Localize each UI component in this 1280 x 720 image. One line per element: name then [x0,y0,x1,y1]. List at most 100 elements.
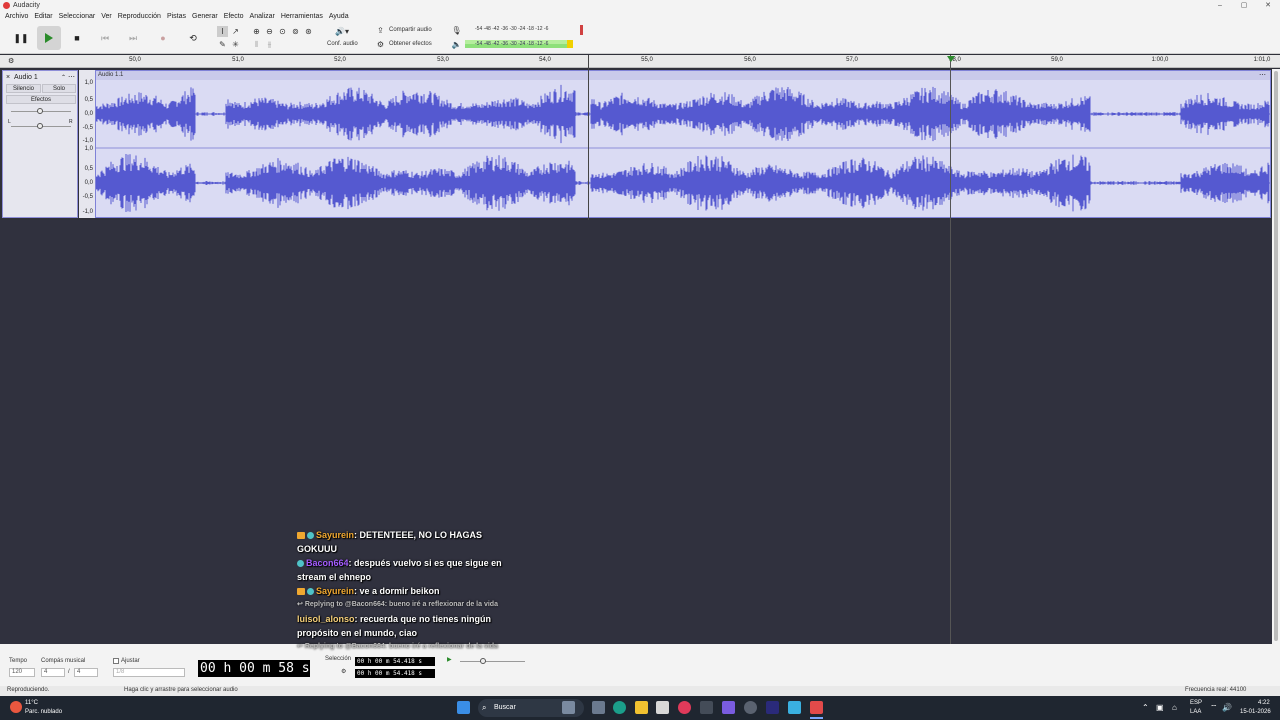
chat-message: Sayurein: ve a dormir beikon [297,584,522,598]
time-display[interactable]: 00 h 00 m 58 s [198,660,310,677]
time-signature-denominator[interactable]: 4 [74,668,98,677]
store-icon[interactable] [656,701,669,714]
time-signature-numerator[interactable]: 4 [41,668,65,677]
pause-button[interactable]: ❚❚ [9,26,33,50]
multi-tool-icon[interactable]: ✳ [230,39,241,50]
play-speed-slider-track [460,661,525,662]
envelope-tool-icon[interactable]: ↗ [230,26,241,37]
menu-pistas[interactable]: Pistas [164,11,189,22]
track-control-panel[interactable]: × Audio 1 ⌃ ⋯ Silencio Solo Efectos L R [2,70,78,218]
menu-editar[interactable]: Editar [31,11,55,22]
weather-icon[interactable] [10,701,22,713]
loop-button[interactable]: ⟲ [181,26,205,50]
menu-analizar[interactable]: Analizar [247,11,278,22]
track-menu-icon[interactable]: ⋯ [68,73,75,81]
stop-button[interactable]: ■ [65,26,89,50]
clock-time[interactable]: 4:22 [1258,700,1270,706]
edge-browser-icon[interactable] [613,701,626,714]
trim-icon[interactable]: ⫴ [251,39,262,50]
discord-icon[interactable] [722,701,735,714]
menu-efecto[interactable]: Efecto [221,11,247,22]
clock-date[interactable]: 15-01-2026 [1240,709,1271,715]
menu-herramientas[interactable]: Herramientas [278,11,326,22]
audio-clip[interactable]: Audio 1.1 ⋯ [95,70,1271,218]
pan-slider-handle[interactable] [37,123,43,129]
zoom-toggle-icon[interactable]: ⊛ [303,26,314,37]
zoom-out-icon[interactable]: ⊖ [264,26,275,37]
zoom-fit-icon[interactable]: ⊚ [290,26,301,37]
language-bottom[interactable]: LAA [1190,709,1201,715]
maximize-button[interactable]: ▢ [1234,0,1254,11]
media-app-icon[interactable] [678,701,691,714]
waveform-channel[interactable] [96,154,1270,212]
menu-generar[interactable]: Generar [189,11,221,22]
clip-name[interactable]: Audio 1.1 [98,72,123,78]
empty-track-space[interactable] [0,220,1272,644]
premiere-icon[interactable] [766,701,779,714]
language-top[interactable]: ESP [1190,700,1202,706]
tray-network-icon[interactable]: ⌂ [1172,703,1177,712]
menu-reproduccion[interactable]: Reproducción [115,11,164,22]
taskbar-app-icon[interactable] [700,701,713,714]
chat-username: Sayurein [316,586,355,596]
menu-ayuda[interactable]: Ayuda [326,11,352,22]
selection-start-field[interactable]: 00 h 00 m 54.418 s [355,657,435,666]
clip-header[interactable]: Audio 1.1 ⋯ [96,71,1270,80]
skip-end-button[interactable]: ⏭ [121,26,145,50]
skip-start-button[interactable]: ⏮ [93,26,117,50]
selection-end-field[interactable]: 00 h 00 m 54.418 s [355,669,435,678]
audacity-taskbar-icon[interactable] [810,701,823,714]
draw-tool-icon[interactable]: ✎ [217,39,228,50]
waveform-channel[interactable] [96,84,1270,144]
snap-select[interactable]: 1/8 [113,668,185,677]
effects-button[interactable]: Efectos [6,95,76,104]
ruler-options-icon[interactable]: ⚙ [8,57,14,65]
get-effects-icon[interactable]: ⚙ [375,39,386,50]
audio-setup-icon[interactable]: 🔊▾ [333,26,351,37]
track-name[interactable]: Audio 1 [14,74,38,81]
selection-tool-icon[interactable]: I [217,26,228,37]
play-button[interactable] [37,26,61,50]
menu-ver[interactable]: Ver [98,11,115,22]
gain-slider-handle[interactable] [37,108,43,114]
notes-app-icon[interactable] [788,701,801,714]
vertical-scrollbar[interactable] [1272,69,1280,644]
tray-app-icon[interactable]: ▣ [1156,703,1164,712]
share-audio-icon[interactable]: ⇪ [375,25,386,36]
close-button[interactable]: ✕ [1258,0,1278,11]
zoom-in-icon[interactable]: ⊕ [251,26,262,37]
file-explorer-icon[interactable] [635,701,648,714]
solo-button[interactable]: Solo [42,84,76,93]
share-audio-button[interactable]: Compartir audio [389,27,432,33]
tempo-field[interactable]: 120 [9,668,35,677]
microphone-icon[interactable]: 🎙 [451,25,462,36]
track-close-icon[interactable]: × [6,74,10,81]
waveform[interactable] [96,80,1270,217]
volume-icon[interactable]: 🔊 [1222,703,1232,712]
search-highlight-icon[interactable] [562,701,575,714]
timeline-ruler[interactable]: ⚙ 50,0 51,0 52,0 53,0 54,0 55,0 56,0 57,… [0,55,1280,68]
audio-setup-button[interactable]: Conf. audio [327,41,358,47]
task-view-icon[interactable] [592,701,605,714]
playhead-marker-icon[interactable] [947,56,955,62]
obs-icon[interactable] [744,701,757,714]
minimize-button[interactable]: – [1210,0,1230,11]
menu-archivo[interactable]: Archivo [2,11,31,22]
record-button[interactable]: ● [151,26,175,50]
windows-start-icon[interactable] [457,701,470,714]
play-at-speed-icon[interactable]: ▶ [447,656,452,663]
get-effects-button[interactable]: Obtener efectos [389,41,432,47]
snap-checkbox[interactable] [113,658,119,664]
selection-settings-icon[interactable]: ⚙ [341,668,346,675]
mute-button[interactable]: Silencio [6,84,41,93]
zoom-selection-icon[interactable]: ⊙ [277,26,288,37]
play-speed-slider-handle[interactable] [480,658,486,664]
vertical-scroll-thumb[interactable] [1274,71,1278,641]
silence-icon[interactable]: ⫵ [264,39,275,50]
clip-menu-icon[interactable]: ⋯ [1259,71,1266,79]
speaker-meter-icon[interactable]: 🔈 [451,39,462,50]
track-collapse-icon[interactable]: ⌃ [61,74,66,81]
tray-chevron-icon[interactable]: ⌃ [1142,703,1149,712]
menu-seleccionar[interactable]: Seleccionar [56,11,99,22]
wifi-icon[interactable]: ⌔ [1210,703,1218,713]
